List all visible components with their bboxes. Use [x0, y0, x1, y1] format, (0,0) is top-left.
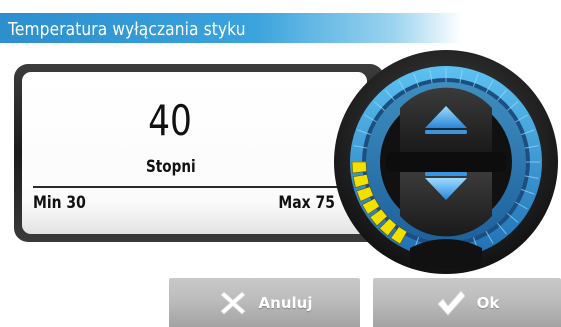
range-divider: [33, 186, 339, 188]
triangle-up-icon: [425, 106, 467, 128]
current-value: 40: [148, 96, 192, 145]
adjust-dial: [334, 50, 558, 274]
dial-level-segment: [351, 161, 367, 174]
x-icon: [219, 290, 246, 315]
triangle-down-icon: [425, 178, 467, 200]
ok-button[interactable]: Ok: [373, 278, 561, 327]
decrease-button[interactable]: [421, 171, 471, 205]
ok-label: Ok: [476, 293, 500, 312]
cancel-label: Anuluj: [258, 293, 313, 312]
cancel-button[interactable]: Anuluj: [169, 278, 360, 327]
checkmark-icon: [437, 289, 466, 316]
increase-button[interactable]: [421, 101, 471, 135]
unit-label: Stopni: [146, 157, 196, 177]
page-title: Temperatura wyłączania styku: [8, 19, 246, 40]
max-label: Max 75: [278, 193, 335, 213]
min-label: Min 30: [33, 193, 86, 213]
